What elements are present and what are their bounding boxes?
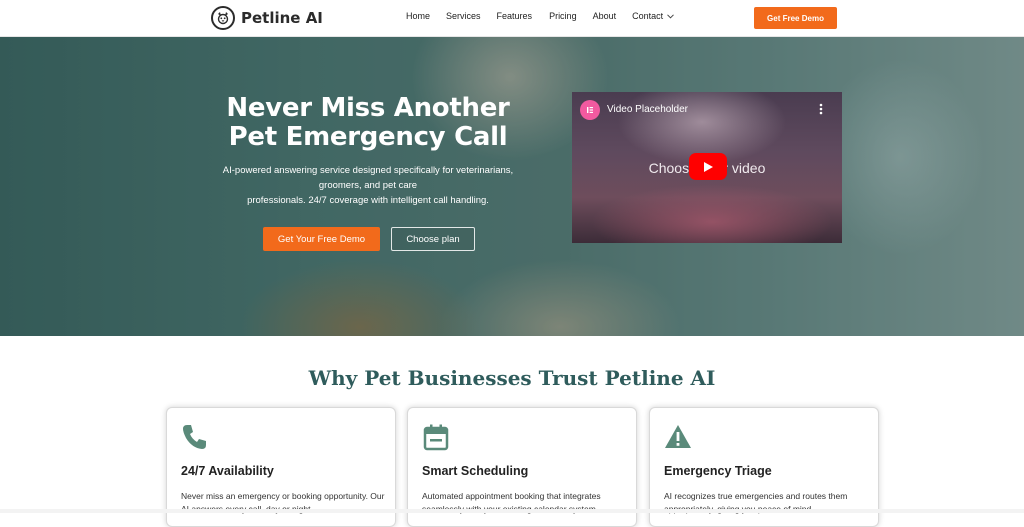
video-title: Video Placeholder xyxy=(607,104,688,115)
dog-face-icon xyxy=(211,6,235,30)
hero-section: Never Miss Another Pet Emergency Call AI… xyxy=(0,37,1024,336)
page-bottom-edge xyxy=(0,509,1024,513)
brand-logo[interactable]: Petline AI xyxy=(211,6,323,30)
nav-item-pricing[interactable]: Pricing xyxy=(549,11,577,21)
nav-item-features[interactable]: Features xyxy=(497,11,533,21)
feature-card-title: Emergency Triage xyxy=(664,464,772,478)
warning-icon xyxy=(664,423,692,451)
hero-subtitle-line: groomers, and pet care xyxy=(318,180,418,191)
feature-card-title: Smart Scheduling xyxy=(422,464,529,478)
hero-subtitle-line: AI-powered answering service designed sp… xyxy=(222,165,514,176)
chevron-down-icon xyxy=(667,11,674,21)
hero-subtitle-line: professionals. 24/7 coverage with intell… xyxy=(247,195,489,206)
top-navbar: Petline AI Home Services Features Pricin… xyxy=(0,0,1024,37)
nav-item-home[interactable]: Home xyxy=(406,11,430,21)
feature-card-title: 24/7 Availability xyxy=(181,464,274,478)
main-menu: Home Services Features Pricing About Con… xyxy=(406,11,674,21)
section-heading: Why Pet Businesses Trust Petline AI xyxy=(308,366,716,390)
hero-subtitle: AI-powered answering service designed sp… xyxy=(200,163,536,208)
play-icon[interactable] xyxy=(689,153,727,180)
video-player[interactable]: Video Placeholder Choose your video xyxy=(572,92,842,243)
choose-plan-button[interactable]: Choose plan xyxy=(391,227,475,251)
nav-item-services[interactable]: Services xyxy=(446,11,481,21)
get-free-demo-button[interactable]: Get Free Demo xyxy=(754,7,837,29)
kebab-menu-icon[interactable] xyxy=(816,102,826,116)
nav-item-contact[interactable]: Contact xyxy=(632,11,674,21)
nav-item-about[interactable]: About xyxy=(593,11,617,21)
elementor-icon xyxy=(580,100,600,120)
nav-item-contact-label: Contact xyxy=(632,11,664,21)
calendar-icon xyxy=(422,423,450,451)
phone-icon xyxy=(181,423,209,451)
hero-title: Never Miss Another Pet Emergency Call xyxy=(226,93,510,152)
brand-name: Petline AI xyxy=(241,9,323,27)
get-your-free-demo-button[interactable]: Get Your Free Demo xyxy=(263,227,380,251)
